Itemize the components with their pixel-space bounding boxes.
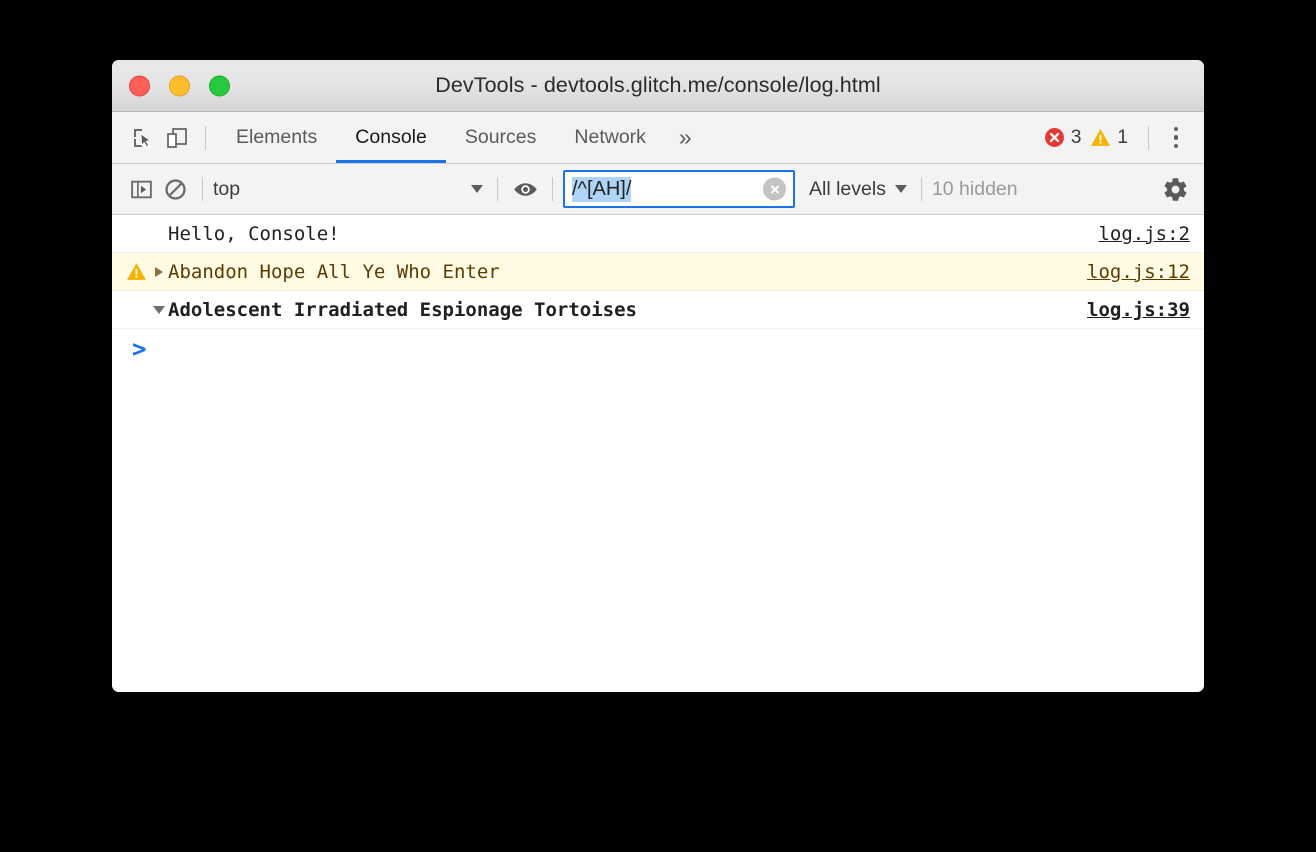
inspect-cursor-icon[interactable]	[126, 121, 160, 155]
filter-input-value: /^[AH]/	[572, 176, 632, 202]
chevron-down-icon	[153, 305, 165, 314]
execution-context-label: top	[213, 177, 241, 200]
console-message-source-link[interactable]: log.js:39	[1087, 299, 1190, 321]
console-message-group[interactable]: Adolescent Irradiated Espionage Tortoise…	[112, 291, 1204, 329]
chevron-right-icon	[155, 266, 163, 277]
tab-console-label: Console	[355, 126, 427, 148]
prompt-chevron-icon: >	[132, 335, 147, 363]
tab-sources[interactable]: Sources	[446, 112, 556, 163]
devtools-tabbar: Elements Console Sources Network » 3 1	[112, 112, 1204, 164]
log-level-label: All levels	[809, 177, 886, 200]
tabbar-right-section: 3 1	[1044, 122, 1204, 154]
close-button[interactable]	[129, 75, 150, 96]
gear-icon[interactable]	[1158, 172, 1192, 206]
three-dot-menu-icon[interactable]	[1160, 122, 1192, 154]
message-expand-arrow[interactable]	[150, 266, 168, 277]
execution-context-selector[interactable]: top	[213, 178, 487, 201]
warning-icon	[1091, 129, 1111, 146]
console-message-text: Adolescent Irradiated Espionage Tortoise…	[168, 298, 637, 321]
devtools-window: DevTools - devtools.glitch.me/console/lo…	[112, 60, 1204, 692]
hidden-messages-count: 10 hidden	[931, 177, 1018, 200]
device-toolbar-icon[interactable]	[160, 121, 194, 155]
chevron-down-icon	[894, 185, 907, 193]
log-level-selector[interactable]: All levels	[809, 178, 911, 201]
console-message-list[interactable]: Hello, Console! log.js:2 Abandon Hope Al…	[112, 215, 1204, 692]
warning-counter[interactable]: 1	[1090, 127, 1128, 149]
console-prompt[interactable]: >	[112, 329, 1204, 369]
error-counter[interactable]: 3	[1044, 126, 1082, 149]
more-tabs-button[interactable]: »	[665, 124, 706, 151]
traffic-lights	[129, 75, 230, 96]
tab-elements[interactable]: Elements	[217, 112, 336, 163]
tabbar-right-divider	[1148, 125, 1149, 150]
eye-icon[interactable]	[508, 172, 542, 206]
toolbar-divider-2	[497, 177, 498, 201]
clear-console-icon[interactable]	[158, 172, 192, 206]
console-filter-input[interactable]: /^[AH]/	[563, 170, 795, 208]
console-message-text: Abandon Hope All Ye Who Enter	[168, 260, 500, 283]
toolbar-divider-4	[920, 177, 922, 201]
tabbar-divider	[205, 125, 206, 150]
clear-input-icon[interactable]	[763, 177, 786, 201]
zoom-button[interactable]	[209, 75, 230, 96]
toolbar-divider-1	[202, 177, 203, 201]
tab-elements-label: Elements	[236, 126, 318, 148]
console-message-source-link[interactable]: log.js:12	[1087, 261, 1190, 283]
tab-list: Elements Console Sources Network »	[217, 112, 706, 163]
console-message-source-link[interactable]: log.js:2	[1098, 223, 1190, 245]
tab-network[interactable]: Network	[555, 112, 665, 163]
tab-console[interactable]: Console	[336, 112, 446, 163]
warning-icon	[122, 261, 150, 282]
window-titlebar: DevTools - devtools.glitch.me/console/lo…	[112, 60, 1204, 112]
console-sidebar-icon[interactable]	[124, 172, 158, 206]
console-message-log[interactable]: Hello, Console! log.js:2	[112, 215, 1204, 253]
window-title: DevTools - devtools.glitch.me/console/lo…	[435, 73, 881, 97]
error-icon	[1044, 128, 1064, 147]
error-count: 3	[1070, 126, 1082, 148]
console-message-text: Hello, Console!	[168, 222, 340, 245]
warning-count: 1	[1117, 126, 1128, 148]
minimize-button[interactable]	[169, 75, 190, 96]
tab-network-label: Network	[574, 126, 646, 148]
group-collapse-arrow[interactable]	[150, 305, 168, 314]
console-message-warning[interactable]: Abandon Hope All Ye Who Enter log.js:12	[112, 253, 1204, 291]
toolbar-divider-3	[552, 177, 553, 201]
console-toolbar: top /^[AH]/ All levels 10 hidden	[112, 164, 1204, 215]
chevron-down-icon	[471, 185, 483, 193]
tab-sources-label: Sources	[464, 126, 537, 148]
